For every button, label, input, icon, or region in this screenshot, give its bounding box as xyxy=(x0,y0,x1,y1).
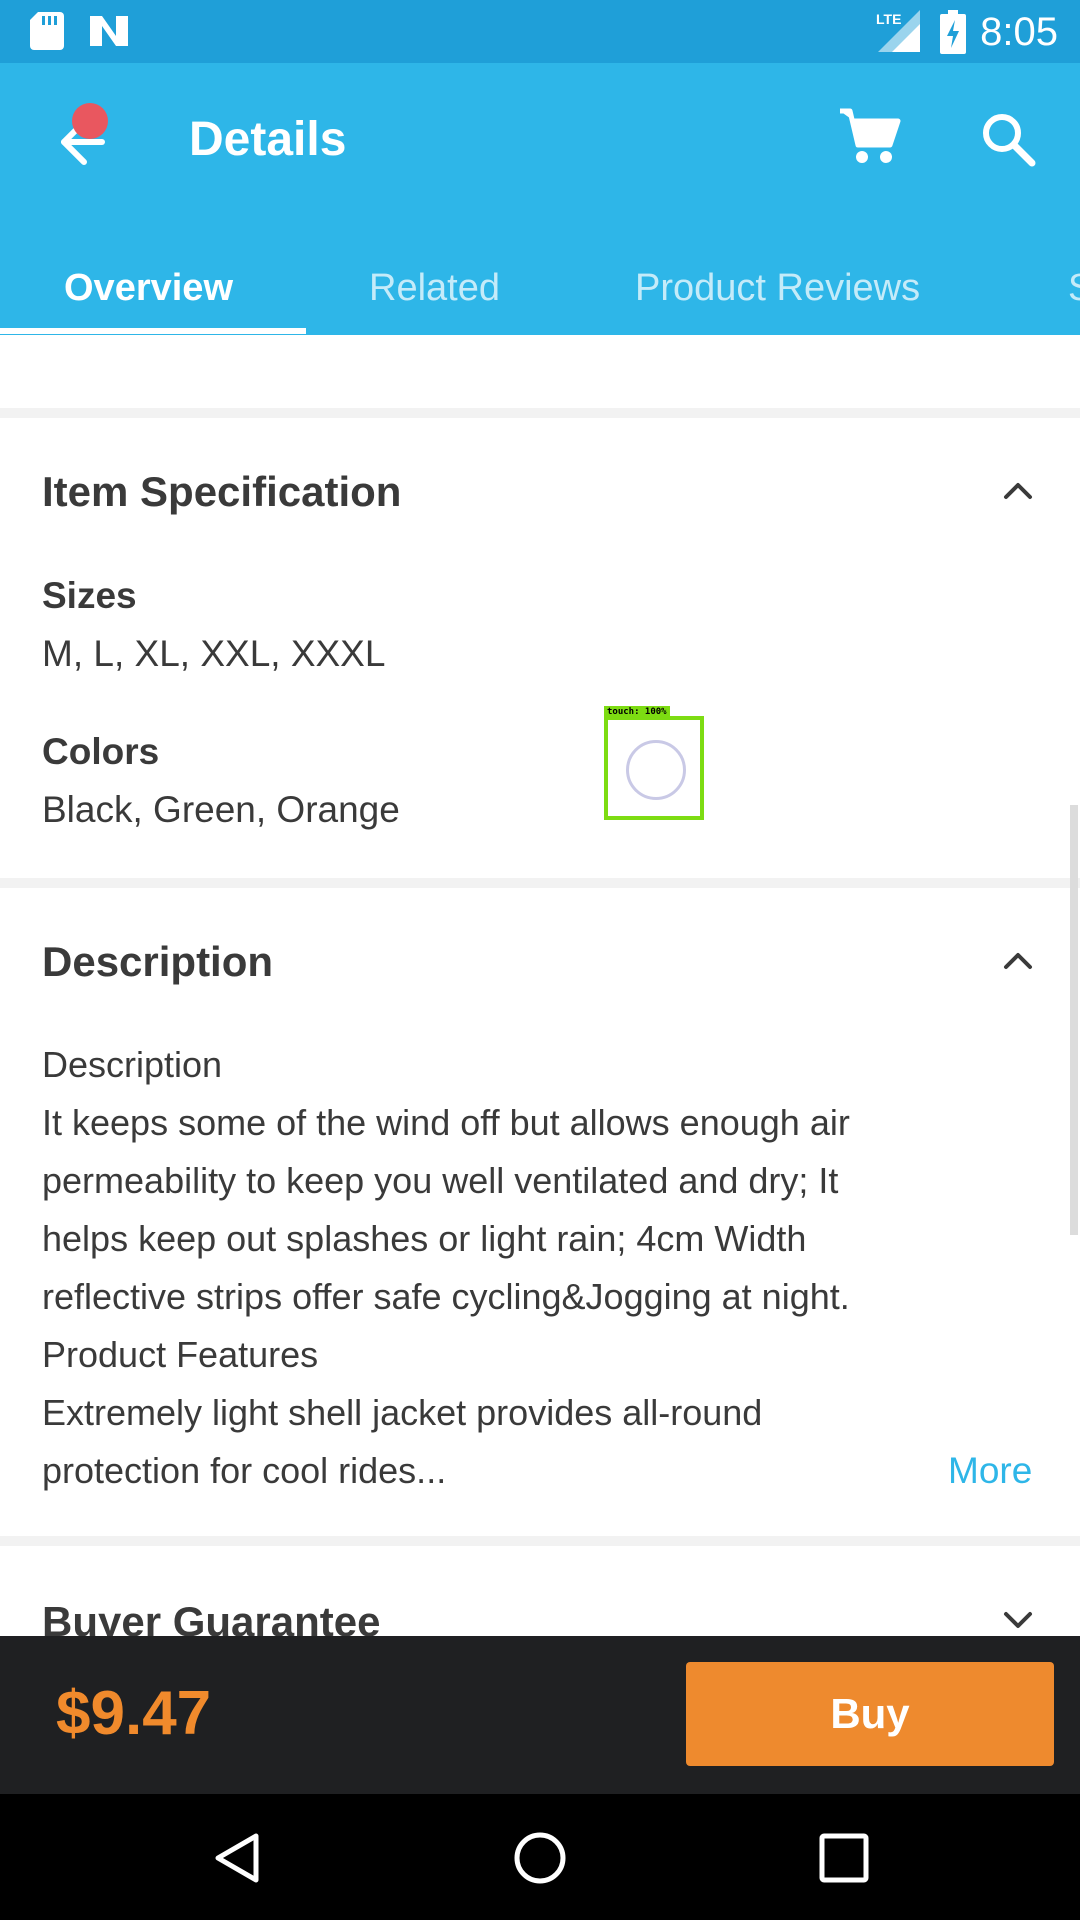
tab-related[interactable]: Related xyxy=(369,243,500,333)
tab-overview[interactable]: Overview xyxy=(64,243,233,333)
sizes-value: M, L, XL, XXL, XXXL xyxy=(42,633,386,674)
description-line: Description xyxy=(42,1044,223,1085)
search-icon[interactable] xyxy=(978,109,1038,169)
touch-indicator xyxy=(626,740,686,800)
lte-text: LTE xyxy=(876,11,901,27)
home-nav-icon[interactable] xyxy=(512,1830,568,1886)
lte-signal-icon: LTE xyxy=(876,10,920,52)
purchase-bar: $9.47 Buy xyxy=(0,1636,1080,1794)
navigation-bar xyxy=(0,1794,1080,1920)
page-title: Details xyxy=(189,113,347,166)
battery-charging-icon xyxy=(940,10,966,54)
chevron-up-icon[interactable] xyxy=(996,939,1040,983)
status-bar: LTE 8:05 xyxy=(0,0,1080,63)
item-spec-title[interactable]: Item Specification xyxy=(42,464,401,520)
description-line: reflective strips offer safe cycling&Jog… xyxy=(42,1276,850,1317)
tab-product-reviews[interactable]: Product Reviews xyxy=(635,243,920,333)
back-nav-icon[interactable] xyxy=(208,1830,264,1886)
colors-value: Black, Green, Orange xyxy=(42,789,400,830)
notification-dot xyxy=(72,103,108,139)
description-title[interactable]: Description xyxy=(42,934,273,990)
colors-label: Colors xyxy=(42,731,160,772)
cart-icon[interactable] xyxy=(838,105,902,169)
section-divider xyxy=(0,1536,1080,1546)
buy-button[interactable]: Buy xyxy=(686,1662,1054,1766)
sizes-label: Sizes xyxy=(42,575,137,616)
more-link[interactable]: More xyxy=(948,1443,1032,1499)
status-time: 8:05 xyxy=(980,10,1058,54)
section-divider xyxy=(0,408,1080,418)
description-line: permeability to keep you well ventilated… xyxy=(42,1160,839,1201)
n-logo-icon xyxy=(90,16,128,46)
section-divider xyxy=(0,878,1080,888)
description-line: Product Features xyxy=(42,1334,319,1375)
app-bar: Details Overview Related Product Reviews… xyxy=(0,63,1080,335)
description-line: Extremely light shell jacket provides al… xyxy=(42,1392,763,1433)
price: $9.47 xyxy=(56,1679,212,1748)
tab-indicator xyxy=(0,328,306,334)
description-line: It keeps some of the wind off but allows… xyxy=(42,1102,850,1143)
description-body: Description It keeps some of the wind of… xyxy=(42,1036,942,1500)
recents-nav-icon[interactable] xyxy=(816,1830,872,1886)
sd-card-icon xyxy=(30,12,64,50)
description-line: protection for cool rides... xyxy=(42,1450,447,1491)
chevron-up-icon[interactable] xyxy=(996,469,1040,513)
description-line: helps keep out splashes or light rain; 4… xyxy=(42,1218,807,1259)
tab-overflow[interactable]: S xyxy=(1068,243,1080,333)
scrollbar[interactable] xyxy=(1070,805,1078,1235)
